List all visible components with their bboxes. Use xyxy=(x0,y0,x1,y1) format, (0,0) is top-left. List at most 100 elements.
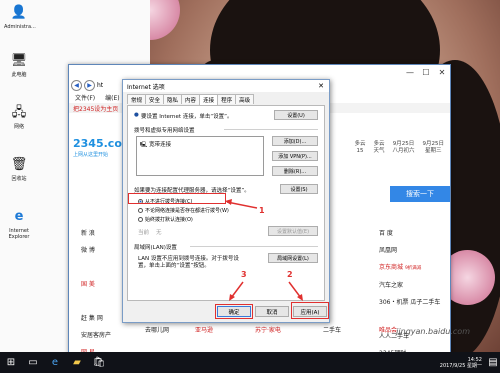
site-link[interactable]: 国 美 xyxy=(81,276,111,293)
site-logo-subtitle: 上网从这里开始 xyxy=(73,152,109,158)
close-icon[interactable]: ✕ xyxy=(313,81,329,92)
user-folder-icon: 👤 xyxy=(10,5,28,20)
menu-file[interactable]: 文件(F) xyxy=(75,93,95,102)
maximize-icon[interactable]: ☐ xyxy=(418,66,434,78)
annotation-number: 1 xyxy=(259,206,265,215)
connection-list[interactable]: 🖳 宽带连接 xyxy=(136,136,264,176)
browser-titlebar: — ☐ ✕ xyxy=(69,65,450,79)
windows-start-icon[interactable]: ⊞ xyxy=(0,352,22,373)
desktop-icon-user[interactable]: 👤 Administra... xyxy=(4,4,36,30)
globe-icon: ● xyxy=(134,112,139,118)
setup-button[interactable]: 设置(U) xyxy=(274,110,318,120)
recycle-bin-icon: 🗑 xyxy=(10,157,28,172)
menu-edit[interactable]: 编(E) xyxy=(105,93,119,102)
back-icon[interactable]: ◀ xyxy=(71,80,82,91)
desktop-icon-network[interactable]: 🖧 网络 xyxy=(4,104,34,130)
forward-icon[interactable]: ▶ xyxy=(84,80,95,91)
annotation-arrow-icon xyxy=(225,199,258,209)
cancel-button[interactable]: 取消 xyxy=(255,306,289,317)
network-icon: 🖧 xyxy=(11,105,27,120)
notification-icon[interactable]: ▤ xyxy=(486,352,500,373)
weather-cell: 9月25日 星期三 xyxy=(422,141,445,154)
url-text[interactable]: ht xyxy=(97,82,103,89)
store-icon[interactable]: 🛍 xyxy=(88,352,110,373)
radio-indicator xyxy=(138,208,143,213)
lan-description-line-2: 置，单击上面的“设置”按钮。 xyxy=(138,263,210,269)
current-label: 当前 xyxy=(138,230,150,236)
clock-date: 2017/9/25 星期一 xyxy=(439,362,482,369)
site-link[interactable]: 微 博 xyxy=(81,242,111,259)
dialog-titlebar: Internet 选项 ✕ xyxy=(123,80,329,92)
site-link[interactable]: 汽车之家 xyxy=(379,277,440,294)
add-vpn-button[interactable]: 添加 VPN(P)... xyxy=(272,151,318,161)
site-link[interactable]: 百 度 xyxy=(379,225,440,242)
weather-cell: 多云 天气 xyxy=(373,141,385,154)
desktop-icon-ie[interactable]: e Internet Explorer xyxy=(4,208,34,240)
taskbar: ⊞ ▭ e ▰ 🛍 14:52 2017/9/25 星期一 ▤ xyxy=(0,352,500,373)
internet-options-dialog: Internet 选项 ✕ 常规 安全 隐私 内容 连接 程序 高级 ● 要设置… xyxy=(122,79,330,323)
site-link[interactable]: 苏宁·家电 xyxy=(255,325,281,334)
tab-connections[interactable]: 连接 xyxy=(199,94,219,105)
close-icon[interactable]: ✕ xyxy=(434,66,450,78)
minimize-icon[interactable]: — xyxy=(402,66,418,78)
setup-description: 要设置 Internet 连接，单击“设置”。 xyxy=(141,114,233,120)
task-view-icon[interactable]: ▭ xyxy=(22,352,44,373)
dialog-tabs: 常规 安全 隐私 内容 连接 程序 高级 xyxy=(123,94,329,105)
highlight-apply xyxy=(291,302,329,319)
site-link[interactable]: 唯品会 xyxy=(379,325,397,334)
add-button[interactable]: 添加(D)... xyxy=(272,136,318,146)
site-link[interactable]: 去哪儿网 xyxy=(145,325,169,334)
dialup-group-label: 拨号和虚拟专用网络设置 xyxy=(134,128,195,134)
tab-general[interactable]: 常规 xyxy=(127,94,147,104)
computer-icon: 🖥 xyxy=(10,53,28,68)
site-row-bottom: 去哪儿网 亚马逊 苏宁·家电 二手车 唯品会 xyxy=(69,322,450,337)
weather-cell: 多云 15 xyxy=(354,141,366,154)
tab-content[interactable]: 内容 xyxy=(181,94,201,104)
radio-indicator xyxy=(138,217,143,222)
group-divider xyxy=(224,129,318,130)
desktop-icon-recycle-bin[interactable]: 🗑 回收站 xyxy=(4,156,34,182)
site-link[interactable]: 京东商城 9折满减 xyxy=(379,259,440,277)
dialog-title: Internet 选项 xyxy=(127,83,165,91)
highlight-ok xyxy=(215,304,253,319)
annotation-arrow-icon xyxy=(288,281,303,301)
site-nav-left: 新 浪 微 博 国 美 赶 集 网 安居客房产 网 易 xyxy=(81,225,111,361)
annotation-number: 3 xyxy=(241,270,247,279)
current-value: 无 xyxy=(156,230,162,236)
highlight-never-dial xyxy=(128,193,226,204)
site-nav-right: 百 度 凤凰网 京东商城 9折满减 汽车之家 306・机票 瓜子二手车 人人二手… xyxy=(379,225,440,362)
radio-always-dial-default[interactable]: 始终拨打默认连接(O) xyxy=(138,216,193,223)
internet-explorer-icon[interactable]: e xyxy=(44,352,66,373)
annotation-number: 2 xyxy=(287,270,293,279)
dialup-connection-icon: 🖳 xyxy=(140,142,148,148)
site-link[interactable] xyxy=(81,293,111,310)
site-link[interactable]: 凤凰网 xyxy=(379,242,440,259)
system-tray-clock[interactable]: 14:52 2017/9/25 星期一 xyxy=(440,357,486,369)
tab-programs[interactable]: 程序 xyxy=(217,94,237,104)
weather-cell: 9月25日 八月初六 xyxy=(392,141,415,154)
file-explorer-icon[interactable]: ▰ xyxy=(66,352,88,373)
tab-security[interactable]: 安全 xyxy=(145,94,165,104)
weather-widget[interactable]: 多云 15 多云 天气 9月25日 八月初六 9月25日 星期三 xyxy=(354,141,444,155)
site-link[interactable]: 新 浪 xyxy=(81,225,111,242)
site-link[interactable] xyxy=(81,259,111,276)
settings-button[interactable]: 设置(S) xyxy=(280,184,318,194)
desktop-icon-this-pc[interactable]: 🖥 此电脑 xyxy=(4,52,34,78)
tab-advanced[interactable]: 高级 xyxy=(235,94,255,104)
radio-always-dial-whenever[interactable]: 不论网络连接是否存在都进行拨号(W) xyxy=(138,207,229,214)
search-button[interactable]: 搜索一下 xyxy=(390,186,450,202)
set-homepage-link[interactable]: 把2345设为主页 xyxy=(73,104,118,113)
internet-explorer-icon: e xyxy=(14,209,24,224)
set-default-button[interactable]: 设置默认值(E) xyxy=(268,226,318,236)
list-item[interactable]: 🖳 宽带连接 xyxy=(140,140,171,150)
site-link[interactable]: 二手车 xyxy=(323,325,341,334)
site-link[interactable]: 306・机票 瓜子二手车 xyxy=(379,294,440,311)
site-link[interactable]: 亚马逊 xyxy=(195,325,213,334)
lan-settings-button[interactable]: 局域网设置(L) xyxy=(268,253,318,263)
group-divider xyxy=(190,246,318,247)
lan-group-label: 局域网(LAN)设置 xyxy=(134,245,177,251)
watermark: jingyan.baidu.com xyxy=(396,327,470,336)
remove-button[interactable]: 删除(R)... xyxy=(272,166,318,176)
tab-privacy[interactable]: 隐私 xyxy=(163,94,183,104)
annotation-arrow-icon xyxy=(229,281,244,301)
